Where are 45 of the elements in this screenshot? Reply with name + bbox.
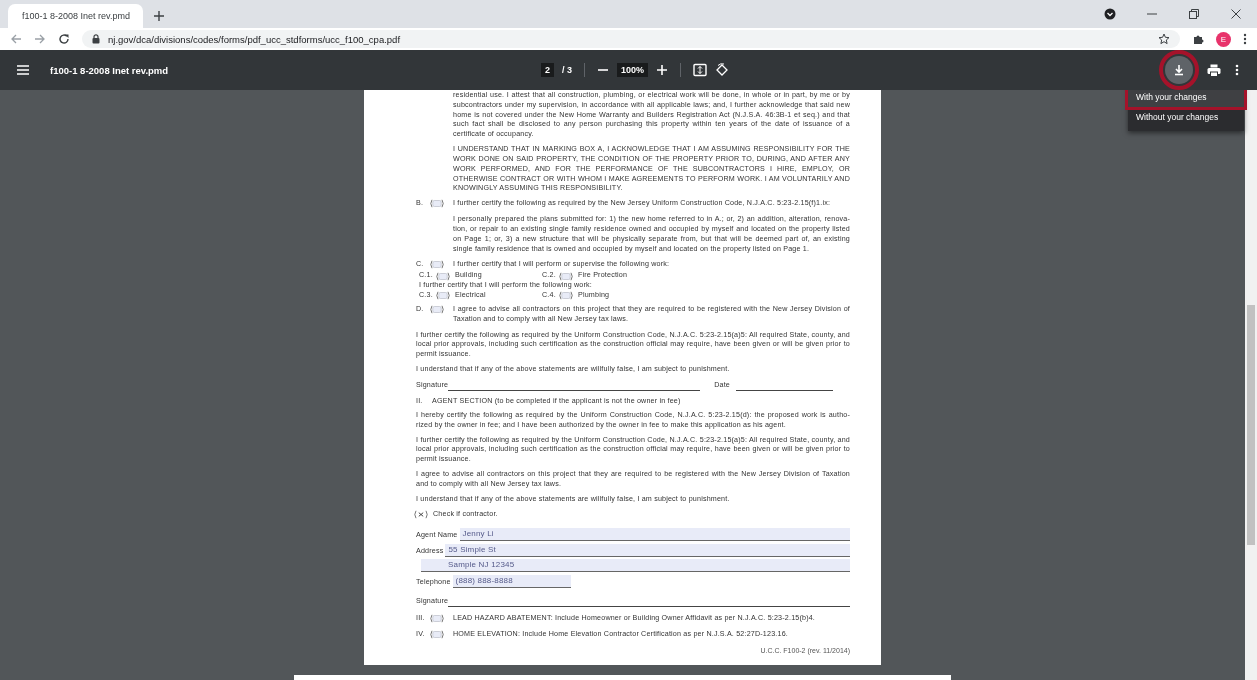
zoom-in-icon[interactable] [656, 64, 669, 76]
download-icon [1173, 64, 1185, 76]
scrollbar[interactable] [1245, 90, 1257, 680]
url-text: nj.gov/dca/divisions/codes/forms/pdf_ucc_stdforms/ucc_f100_cpa.pdf [108, 33, 401, 45]
address-bar[interactable]: nj.gov/dca/divisions/codes/forms/pdf_ucc_stdforms/ucc_f100_cpa.pdf [82, 30, 1180, 48]
tab-search-icon[interactable] [1104, 8, 1116, 20]
tab-title: f100-1 8-2008 Inet rev.pmd [22, 11, 130, 21]
menu-item[interactable]: With your changes [1128, 90, 1244, 107]
input-field[interactable]: Sample NJ 12345 [421, 559, 850, 573]
rotate-icon[interactable] [715, 63, 730, 77]
reload-icon[interactable] [58, 33, 70, 45]
checkbox[interactable] [429, 259, 445, 269]
browser-tab[interactable]: f100-1 8-2008 Inet rev.pmd [8, 4, 143, 28]
input-field[interactable]: Jenny Li [459, 528, 850, 542]
back-icon[interactable] [10, 33, 22, 45]
forward-icon[interactable] [34, 33, 46, 45]
checkbox[interactable] [429, 199, 445, 209]
lock-icon [92, 34, 100, 44]
checkbox[interactable] [435, 271, 451, 281]
more-icon[interactable] [1243, 33, 1247, 45]
checkbox[interactable] [558, 271, 574, 281]
menu-item[interactable]: Without your changes [1128, 107, 1244, 127]
new-tab-icon[interactable] [153, 10, 165, 22]
checkbox[interactable] [429, 614, 445, 624]
close-icon[interactable] [1230, 8, 1242, 20]
checkbox[interactable] [413, 510, 429, 520]
page-number-field[interactable]: 2 [541, 63, 554, 77]
more-icon[interactable] [1235, 64, 1239, 76]
restore-icon[interactable] [1188, 8, 1200, 20]
menu-icon[interactable] [16, 64, 30, 76]
checkbox[interactable] [435, 291, 451, 301]
checkbox[interactable] [429, 305, 445, 315]
input-field[interactable]: (888) 888-8888 [452, 574, 571, 588]
print-icon[interactable] [1207, 63, 1221, 77]
checkbox[interactable] [558, 291, 574, 301]
puzzle-icon[interactable] [1192, 33, 1204, 45]
star-icon[interactable] [1158, 33, 1170, 45]
fit-page-icon[interactable] [693, 63, 708, 77]
page-total: / 3 [562, 65, 573, 75]
profile-avatar[interactable]: E [1216, 31, 1231, 47]
scrollbar-thumb[interactable] [1247, 305, 1255, 545]
input-field[interactable]: 55 Simple St [445, 543, 850, 557]
checkbox[interactable] [429, 630, 445, 640]
document-title: f100-1 8-2008 Inet rev.pmd [50, 64, 169, 76]
zoom-field[interactable]: 100% [617, 63, 649, 77]
